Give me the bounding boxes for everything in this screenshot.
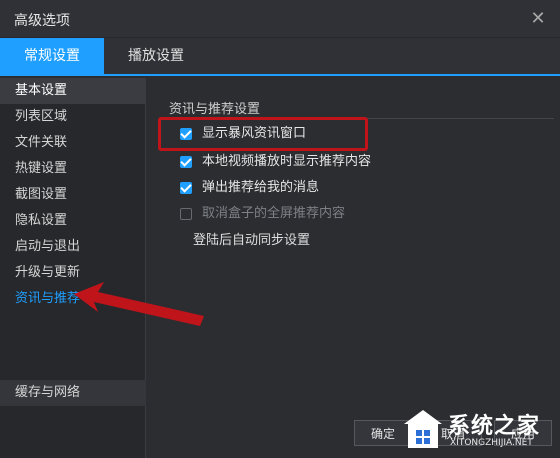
- sidebar-item-startup-exit[interactable]: 启动与退出: [0, 234, 146, 260]
- sidebar-item-list-area[interactable]: 列表区域: [0, 104, 146, 130]
- section-title: 资讯与推荐设置: [169, 102, 261, 117]
- close-icon[interactable]: ✕: [526, 7, 550, 31]
- title-bar: 高级选项 ✕: [0, 0, 560, 38]
- window-title: 高级选项: [14, 13, 70, 29]
- option-label: 本地视频播放时显示推荐内容: [202, 154, 372, 169]
- option-cancel-box-fullscreen: 取消盒子的全屏推荐内容: [180, 204, 345, 224]
- watermark: 系统之家 XITONGZHIJIA.NET: [396, 402, 560, 458]
- option-label: 取消盒子的全屏推荐内容: [202, 206, 346, 221]
- sidebar: 基本设置 列表区域 文件关联 热键设置 截图设置 隐私设置 启动与退出 升级与更…: [0, 78, 146, 458]
- watermark-url: XITONGZHIJIA.NET: [450, 438, 533, 448]
- sync-settings-label: 登陆后自动同步设置: [193, 233, 311, 248]
- sidebar-item-basic[interactable]: 基本设置: [0, 78, 146, 104]
- house-logo-icon: [404, 410, 442, 448]
- tab-bar: 常规设置 播放设置: [0, 38, 560, 76]
- watermark-text: 系统之家: [448, 414, 541, 439]
- tab-general-settings[interactable]: 常规设置: [0, 38, 104, 74]
- red-arrow-annotation: [74, 282, 204, 326]
- highlight-annotation-box: [158, 117, 368, 151]
- sidebar-item-file-association[interactable]: 文件关联: [0, 130, 146, 156]
- checkbox-disabled-icon: [180, 208, 192, 220]
- sidebar-item-hotkeys[interactable]: 热键设置: [0, 156, 146, 182]
- option-show-recommend-local[interactable]: 本地视频播放时显示推荐内容: [180, 152, 371, 172]
- checkbox-checked-icon[interactable]: [180, 182, 192, 194]
- option-popup-messages[interactable]: 弹出推荐给我的消息: [180, 178, 319, 198]
- tab-playback-settings[interactable]: 播放设置: [104, 38, 208, 74]
- option-label: 弹出推荐给我的消息: [202, 180, 320, 195]
- checkbox-checked-icon[interactable]: [180, 156, 192, 168]
- sidebar-item-screenshot[interactable]: 截图设置: [0, 182, 146, 208]
- sidebar-item-privacy[interactable]: 隐私设置: [0, 208, 146, 234]
- sidebar-item-cache-network[interactable]: 缓存与网络: [0, 380, 146, 406]
